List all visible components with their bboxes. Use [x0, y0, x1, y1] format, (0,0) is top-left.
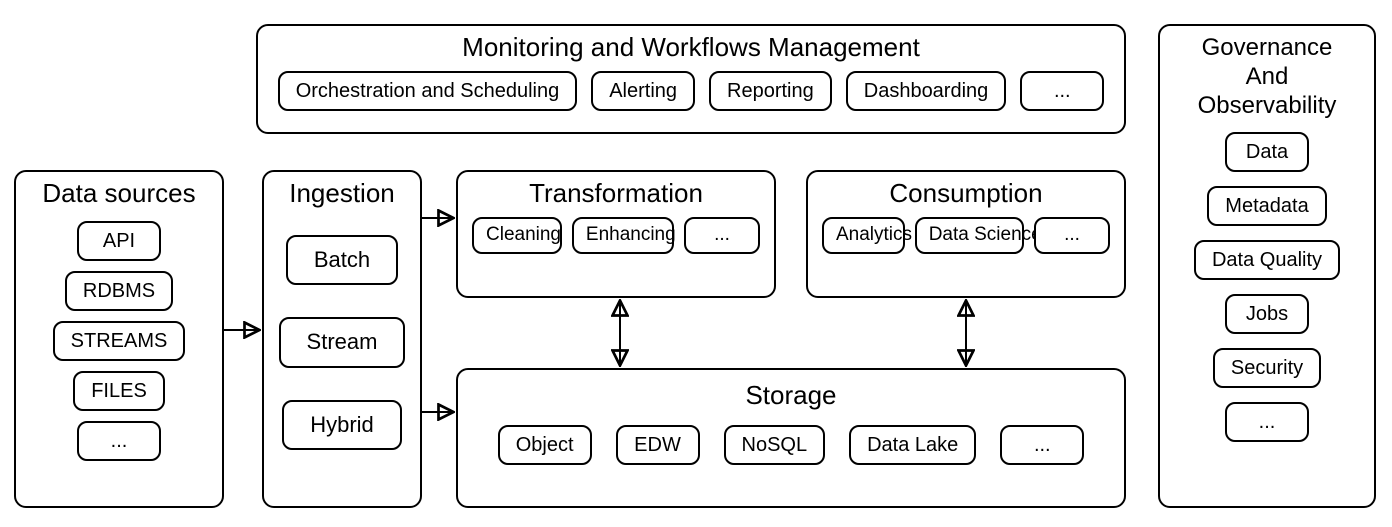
transformation-title: Transformation [458, 172, 774, 209]
governance-item-security: Security [1213, 348, 1321, 388]
consumption-item-more: ... [1034, 217, 1110, 254]
data-sources-item-streams: STREAMS [53, 321, 186, 361]
monitoring-box: Monitoring and Workflows Management Orch… [256, 24, 1126, 134]
diagram-canvas: Monitoring and Workflows Management Orch… [0, 0, 1392, 527]
monitoring-item-reporting: Reporting [709, 71, 832, 111]
ingestion-items: Batch Stream Hybrid [264, 215, 420, 460]
governance-title: GovernanceAndObservability [1160, 26, 1374, 126]
governance-item-data-quality: Data Quality [1194, 240, 1340, 280]
monitoring-item-alerting: Alerting [591, 71, 695, 111]
consumption-item-data-science: Data Science [915, 217, 1024, 254]
data-sources-items: API RDBMS STREAMS FILES ... [16, 215, 222, 471]
governance-items: Data Metadata Data Quality Jobs Security… [1160, 126, 1374, 452]
data-sources-item-files: FILES [73, 371, 165, 411]
governance-item-metadata: Metadata [1207, 186, 1326, 226]
monitoring-item-more: ... [1020, 71, 1104, 111]
storage-item-more: ... [1000, 425, 1084, 465]
consumption-box: Consumption Analytics Data Science ... [806, 170, 1126, 298]
consumption-items: Analytics Data Science ... [808, 209, 1124, 264]
ingestion-item-batch: Batch [286, 235, 398, 285]
data-sources-item-rdbms: RDBMS [65, 271, 173, 311]
ingestion-item-hybrid: Hybrid [282, 400, 402, 450]
data-sources-item-api: API [77, 221, 161, 261]
transformation-items: Cleaning Enhancing ... [458, 209, 774, 264]
ingestion-title: Ingestion [264, 172, 420, 215]
governance-item-data: Data [1225, 132, 1309, 172]
data-sources-title: Data sources [16, 172, 222, 215]
governance-item-more: ... [1225, 402, 1309, 442]
monitoring-items: Orchestration and Scheduling Alerting Re… [258, 63, 1124, 121]
monitoring-title: Monitoring and Workflows Management [258, 26, 1124, 63]
storage-item-data-lake: Data Lake [849, 425, 976, 465]
monitoring-item-orchestration: Orchestration and Scheduling [278, 71, 578, 111]
transformation-item-enhancing: Enhancing [572, 217, 674, 254]
storage-item-edw: EDW [616, 425, 700, 465]
transformation-item-cleaning: Cleaning [472, 217, 562, 254]
storage-box: Storage Object EDW NoSQL Data Lake ... [456, 368, 1126, 508]
governance-box: GovernanceAndObservability Data Metadata… [1158, 24, 1376, 508]
transformation-item-more: ... [684, 217, 760, 254]
governance-item-jobs: Jobs [1225, 294, 1309, 334]
data-sources-box: Data sources API RDBMS STREAMS FILES ... [14, 170, 224, 508]
ingestion-item-stream: Stream [279, 317, 406, 367]
transformation-box: Transformation Cleaning Enhancing ... [456, 170, 776, 298]
storage-items: Object EDW NoSQL Data Lake ... [458, 411, 1124, 475]
storage-title: Storage [458, 370, 1124, 411]
storage-item-nosql: NoSQL [724, 425, 826, 465]
consumption-title: Consumption [808, 172, 1124, 209]
data-sources-item-more: ... [77, 421, 161, 461]
ingestion-box: Ingestion Batch Stream Hybrid [262, 170, 422, 508]
monitoring-item-dashboarding: Dashboarding [846, 71, 1007, 111]
consumption-item-analytics: Analytics [822, 217, 905, 254]
storage-item-object: Object [498, 425, 592, 465]
